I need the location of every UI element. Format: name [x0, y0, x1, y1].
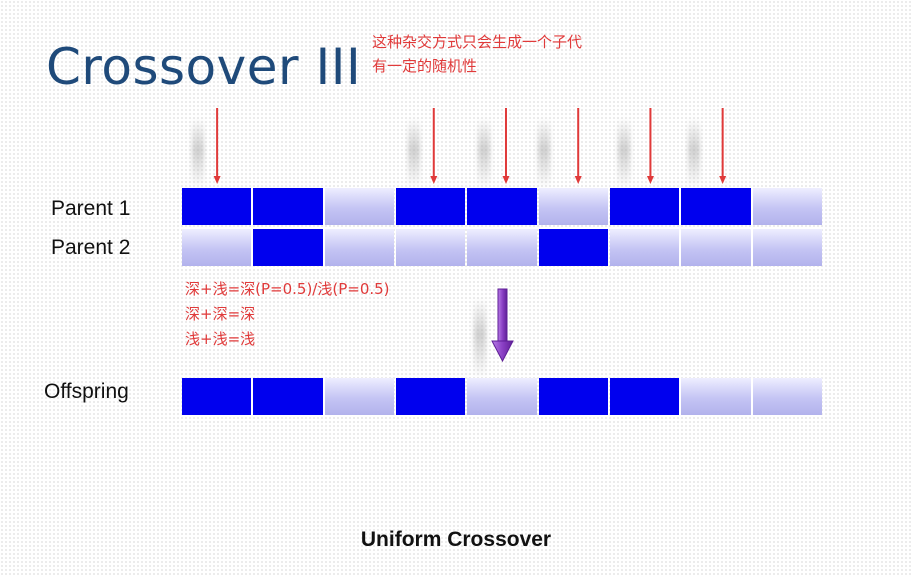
marker-arrow-head	[430, 176, 438, 184]
marker-arrow-head	[574, 176, 582, 184]
marker-arrow-head	[646, 176, 654, 184]
marker-arrow-head	[213, 176, 221, 184]
selected-gene-markers	[213, 108, 727, 184]
figure-caption: Uniform Crossover	[360, 528, 552, 551]
marker-arrow-head	[502, 176, 510, 184]
down-arrow-icon	[491, 288, 514, 363]
marker-arrow-head	[719, 176, 727, 184]
markers-overlay	[213, 108, 727, 363]
